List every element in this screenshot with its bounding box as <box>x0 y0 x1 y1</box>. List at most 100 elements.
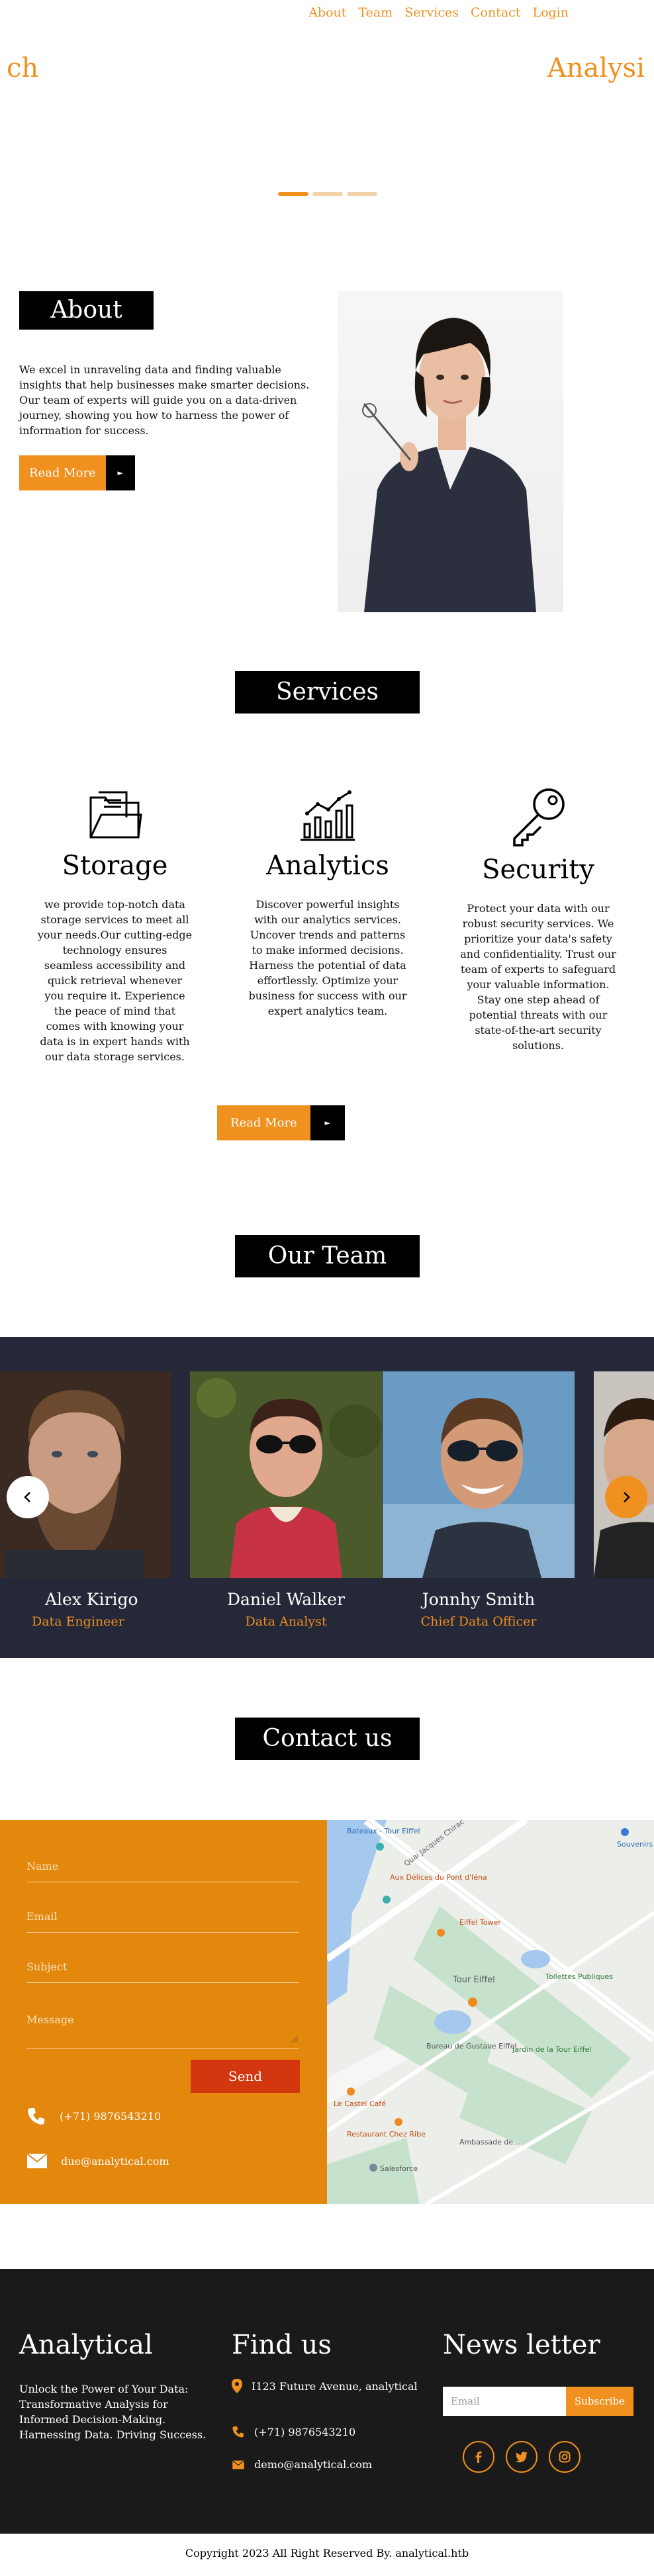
footer-email-text: demo@analytical.com <box>254 2458 373 2471</box>
team-carousel: Alex Kirigo Data Engineer Daniel Walker … <box>0 1337 654 1658</box>
hero-slide-text-left: ch <box>7 53 39 83</box>
newsletter-form: Email Subscribe <box>443 2387 641 2416</box>
contact-form: Name Email Subject Message Send (+71) 98… <box>0 1820 327 2204</box>
slider-dot-2[interactable] <box>312 192 343 196</box>
contact-title: Contact us <box>235 1718 420 1760</box>
team-member-card: Jonnhy Smith Chief Data Officer <box>383 1371 575 1629</box>
footer-about: Analytical Unlock the Power of Your Data… <box>19 2330 218 2442</box>
footer-phone: (+71) 9876543210 <box>232 2425 430 2438</box>
footer-brand: Analytical <box>19 2330 153 2360</box>
contact-email-text: due@analytical.com <box>61 2154 169 2168</box>
nav-login[interactable]: Login <box>526 5 575 20</box>
play-arrow-icon: ► <box>310 1105 345 1140</box>
find-us-title: Find us <box>232 2330 332 2360</box>
location-map[interactable]: Bateaux - Tour Eiffel Aux Délices du Pon… <box>327 1820 654 2204</box>
nav-contact[interactable]: Contact <box>465 5 526 20</box>
top-nav: About Team Services Contact Login <box>303 5 575 20</box>
send-button[interactable]: Send <box>191 2060 300 2093</box>
map-label: Restaurant Chez Ribe <box>347 2130 426 2139</box>
subject-field[interactable]: Subject <box>26 1960 299 1983</box>
footer-address: I123 Future Avenue, analytical <box>232 2379 430 2393</box>
contact-phone: (+71) 9876543210 <box>26 2106 161 2126</box>
map-label: Bateaux - Tour Eiffel <box>347 1827 420 1835</box>
member-photo <box>190 1371 382 1578</box>
footer-find-us: Find us I123 Future Avenue, analytical (… <box>232 2330 430 2471</box>
member-photo <box>594 1371 654 1578</box>
map-label: Tour Eiffel <box>452 1975 495 1985</box>
team-title: Our Team <box>235 1235 420 1277</box>
email-field[interactable]: Email <box>26 1910 299 1933</box>
service-text: we provide top-notch data storage servic… <box>37 898 193 1063</box>
service-security: Security Protect your data with our robu… <box>455 784 621 1053</box>
member-role: Chief Data Officer <box>420 1614 537 1629</box>
hero-slider-indicators <box>278 192 377 196</box>
chevron-left-icon <box>24 1492 30 1502</box>
services-read-more-button[interactable]: Read More ► <box>217 1105 345 1140</box>
phone-icon <box>28 2108 44 2125</box>
map-label: Le Castel Café <box>334 2099 386 2108</box>
member-name: Daniel Walker <box>226 1590 346 1609</box>
nav-about[interactable]: About <box>303 5 352 20</box>
newsletter-title: News letter <box>443 2330 600 2360</box>
map-label: Bureau de Gustave Eiffel <box>426 2042 517 2050</box>
slider-dot-1[interactable] <box>278 192 308 196</box>
map-label: Aux Délices du Pont d'Iéna <box>390 1873 487 1882</box>
about-photo <box>338 291 563 612</box>
name-field[interactable]: Name <box>26 1860 299 1882</box>
carousel-prev-button[interactable] <box>7 1476 49 1518</box>
nav-services[interactable]: Services <box>398 5 465 20</box>
service-title: Storage <box>62 851 168 881</box>
read-more-label: Read More <box>217 1105 310 1140</box>
map-label: Ambassade de... <box>459 2138 520 2146</box>
footer-email: demo@analytical.com <box>232 2458 430 2471</box>
footer: Analytical Unlock the Power of Your Data… <box>0 2269 654 2534</box>
map-label: Souvenirs <box>617 1840 653 1849</box>
footer-tagline: Unlock the Power of Your Data: Transform… <box>19 2383 207 2441</box>
member-name: Alex Kirigo <box>45 1590 138 1609</box>
key-icon <box>513 788 565 847</box>
service-storage: Storage we provide top-notch data storag… <box>37 784 193 1064</box>
map-label: Toilettes Publiques <box>545 1972 613 1981</box>
map-label: Salesforce <box>380 2164 418 2173</box>
copyright-text: Copyright 2023 All Right Reserved By. an… <box>185 2547 469 2559</box>
footer-address-text: I123 Future Avenue, analytical <box>252 2379 418 2393</box>
nav-team[interactable]: Team <box>352 5 398 20</box>
instagram-icon[interactable] <box>549 2441 581 2473</box>
twitter-icon[interactable] <box>506 2441 537 2473</box>
newsletter-email-input[interactable]: Email <box>443 2387 566 2416</box>
chevron-right-icon <box>624 1492 630 1502</box>
chart-icon <box>301 790 355 841</box>
slider-dot-3[interactable] <box>347 192 377 196</box>
about-read-more-button[interactable]: Read More ► <box>19 455 135 490</box>
member-role: Data Engineer <box>32 1614 124 1629</box>
play-arrow-icon: ► <box>105 455 135 490</box>
services-title: Services <box>235 671 420 713</box>
carousel-next-button[interactable] <box>605 1476 647 1518</box>
mail-icon <box>26 2153 48 2168</box>
read-more-label: Read More <box>19 455 106 490</box>
phone-icon <box>232 2426 244 2438</box>
about-text: We excel in unraveling data and finding … <box>19 363 310 437</box>
textarea-resize-handle[interactable] <box>291 2036 298 2043</box>
facebook-icon[interactable] <box>463 2441 494 2473</box>
service-text: Discover powerful insights with our anal… <box>248 898 407 1017</box>
contact-email: due@analytical.com <box>26 2153 169 2169</box>
service-title: Analytics <box>266 851 389 881</box>
member-name: Jonnhy Smith <box>422 1590 536 1609</box>
service-analytics: Analytics Discover powerful insights wit… <box>248 784 407 1019</box>
footer-phone-text: (+71) 9876543210 <box>254 2425 356 2438</box>
social-links <box>463 2441 641 2473</box>
team-member-card-partial <box>594 1371 654 1578</box>
hero-slide-text-right: Analysi <box>547 53 645 83</box>
contact-phone-text: (+71) 9876543210 <box>60 2109 162 2123</box>
map-label: Eiffel Tower <box>459 1918 501 1927</box>
member-role: Data Analyst <box>245 1614 327 1629</box>
folder-icon <box>89 791 142 839</box>
mail-icon <box>232 2460 245 2469</box>
footer-newsletter: News letter Email Subscribe <box>443 2330 641 2473</box>
message-field[interactable]: Message <box>26 2013 299 2049</box>
location-pin-icon <box>232 2379 242 2393</box>
about-title: About <box>19 291 154 330</box>
service-title: Security <box>482 854 594 885</box>
subscribe-button[interactable]: Subscribe <box>566 2387 633 2416</box>
